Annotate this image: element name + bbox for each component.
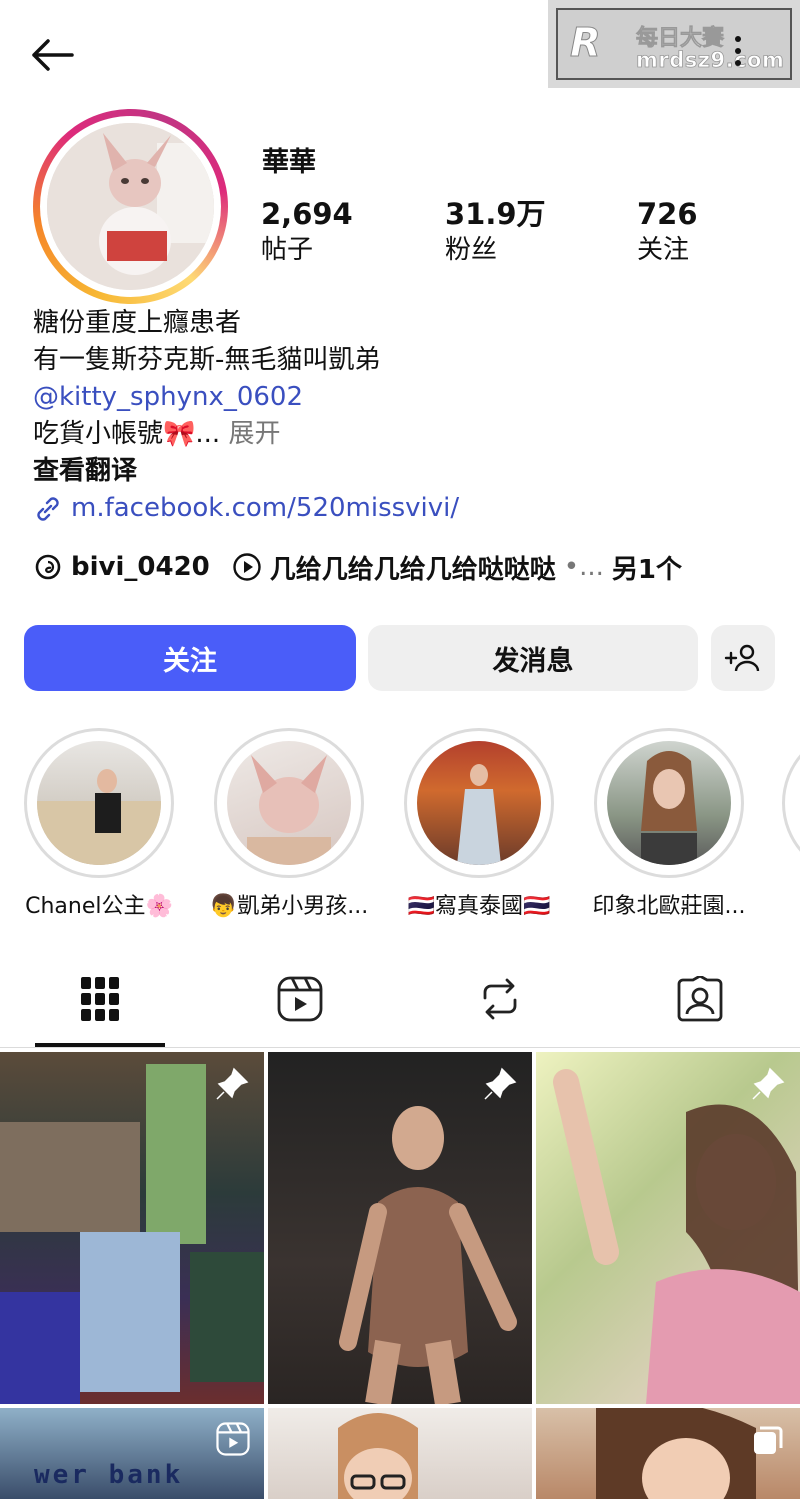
highlight-cover [247,755,331,865]
pin-icon [484,1067,517,1100]
tab-reposts[interactable] [400,950,600,1048]
tagged-icon [677,976,723,1022]
post-thumbnail[interactable] [268,1052,532,1404]
bio-line-1: 糖份重度上癮患者 [33,308,242,338]
audio-separator: •... [563,552,604,582]
external-link-text: m.facebook.com/520missvivi/ [71,493,460,523]
stat-following[interactable]: 726 关注 [637,196,698,268]
post-image [338,1413,418,1499]
tab-posts[interactable] [0,950,200,1048]
link-icon [37,496,59,521]
highlight-label: 印象北歐莊園... [592,894,746,919]
pin-icon [216,1067,249,1100]
arrow-left-icon [32,39,74,71]
reposts-icon [483,978,517,1020]
translate-link[interactable]: 查看翻译 [33,453,733,490]
bio: 糖份重度上癮患者 有一隻斯芬克斯-無毛貓叫凱弟 @kitty_sphynx_06… [33,305,733,527]
highlight-item-partial[interactable] [782,728,800,878]
stat-followers-value: 31.9万 [445,197,546,231]
add-person-icon [724,644,760,672]
message-button[interactable]: 发消息 [368,625,698,691]
highlight-cover [457,764,501,865]
highlight-item[interactable]: Chanel公主🌸 [24,728,174,920]
reel-badge-icon [216,1422,250,1456]
audio-title[interactable]: 几给几给几给几给哒哒哒 [270,549,556,586]
more-links[interactable]: 另1个 [612,549,682,586]
tab-reels[interactable] [200,950,400,1048]
watermark-logo: R [570,20,602,67]
expand-link[interactable]: 展开 [228,419,280,449]
threads-icon [33,552,63,582]
stat-posts[interactable]: 2,694 帖子 [261,196,353,268]
bio-line-4: 吃貨小帳號🎀... 展开 [33,416,733,453]
bank-sign-text: wer bank [34,1460,184,1490]
follow-button[interactable]: 关注 [24,625,356,691]
back-button[interactable] [28,30,84,80]
carousel-icon [754,1426,783,1454]
stat-followers-label: 粉丝 [445,235,498,265]
highlight-cover [641,751,697,865]
highlight-item[interactable]: 👦凱弟小男孩... [210,728,368,920]
post-image [553,1069,800,1404]
suggested-users-button[interactable] [711,625,775,691]
watermark: R 每日大賽 mrdsz9.com [548,0,800,88]
threads-row: bivi_0420 几给几给几给几给哒哒哒 •... 另1个 [33,545,682,589]
kebab-menu-icon[interactable] [734,36,742,66]
pin-icon [752,1067,785,1100]
audio-play-icon [232,552,262,582]
highlight-label: 🇹🇭寫真泰國🇹🇭 [407,894,551,919]
stat-posts-label: 帖子 [261,235,314,265]
post-image [0,1064,264,1404]
stat-following-value: 726 [637,197,698,231]
content-tabs [0,950,800,1048]
stat-posts-value: 2,694 [261,197,353,231]
threads-handle-link[interactable]: @kitty_sphynx_0602 [33,379,733,416]
tab-tagged[interactable] [600,950,800,1048]
highlight-item[interactable]: 🇹🇭寫真泰國🇹🇭 [404,728,554,920]
threads-username[interactable]: bivi_0420 [71,552,210,582]
watermark-url: mrdsz9.com [636,48,785,73]
reels-icon [277,976,323,1022]
post-thumbnail[interactable] [0,1052,264,1404]
bio-line-4-text: 吃貨小帳號🎀... [33,419,221,449]
post-thumbnail[interactable] [536,1408,800,1499]
stat-followers[interactable]: 31.9万 粉丝 [445,196,546,268]
stat-following-label: 关注 [637,235,690,265]
post-image [339,1106,517,1404]
grid-icon [81,977,119,1021]
highlight-item[interactable]: 印象北歐莊園... [593,728,745,920]
post-thumbnail[interactable]: wer bank [0,1408,264,1499]
profile-avatar[interactable] [33,109,228,304]
sphynx-cat-photo [47,123,214,290]
external-link[interactable]: m.facebook.com/520missvivi/ [33,490,733,527]
highlight-label: Chanel公主🌸 [25,894,173,919]
profile-name: 華華 [262,147,316,178]
highlight-cover [37,769,161,865]
active-tab-indicator [35,1043,165,1047]
post-thumbnail[interactable] [268,1408,532,1499]
post-thumbnail[interactable] [536,1052,800,1404]
highlight-label: 👦凱弟小男孩... [209,894,369,919]
bio-line-2: 有一隻斯芬克斯-無毛貓叫凱弟 [33,345,381,375]
